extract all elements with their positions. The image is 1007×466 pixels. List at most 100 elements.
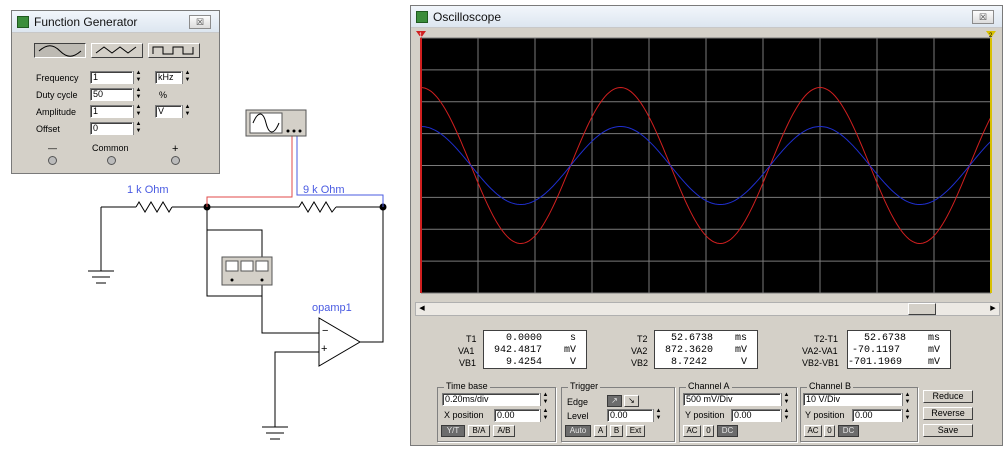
- channel-b-zero-button[interactable]: 0: [824, 425, 835, 437]
- trigger-title: Trigger: [568, 381, 601, 391]
- resistor-1k[interactable]: [135, 201, 173, 213]
- t1-label: T1: [466, 334, 477, 344]
- resistor-9k[interactable]: [298, 201, 337, 213]
- terminal-minus-label: —: [48, 143, 57, 153]
- t2-label: T2: [637, 334, 648, 344]
- vb2-label: VB2: [631, 358, 649, 368]
- channel-a-ac-button[interactable]: AC: [683, 425, 701, 437]
- timebase-spinner[interactable]: ▲ ▼: [540, 392, 550, 406]
- trigger-ext-button[interactable]: Ext: [626, 425, 645, 437]
- va2-label: VA2: [631, 346, 648, 356]
- va1-label: VA1: [458, 346, 475, 356]
- triangle-wave-icon: [95, 46, 137, 54]
- close-button[interactable]: ☒: [972, 10, 994, 24]
- multimeter-icon[interactable]: [221, 256, 273, 286]
- probe-wire-blue: [296, 136, 384, 207]
- frequency-input[interactable]: 1: [90, 71, 133, 84]
- resistor-9k-label: 9 k Ohm: [303, 184, 345, 196]
- ba-mode-button[interactable]: B/A: [468, 425, 490, 437]
- reverse-button[interactable]: Reverse: [923, 407, 973, 420]
- timebase-input[interactable]: 0.20ms/div: [442, 393, 540, 406]
- terminal-plus-label: +: [172, 143, 179, 155]
- function-generator-icon[interactable]: [245, 109, 307, 137]
- trigger-a-button[interactable]: A: [594, 425, 607, 437]
- duty-cycle-label: Duty cycle: [36, 90, 78, 100]
- horizontal-scrollbar[interactable]: ◀ ▶: [415, 302, 1000, 316]
- channel-a-scale-input[interactable]: 500 mV/Div: [683, 393, 781, 406]
- duty-cycle-spinner[interactable]: ▲ ▼: [133, 87, 143, 101]
- frequency-unit-spinner[interactable]: ▲ ▼: [182, 70, 192, 84]
- vb1-label: VB1: [459, 358, 477, 368]
- edge-falling-button[interactable]: ↘: [624, 395, 639, 407]
- channel-a-ypos-label: Y position: [685, 410, 725, 420]
- terminal-common-connector[interactable]: [107, 156, 116, 165]
- ground-symbol-bottom: [262, 351, 319, 440]
- window-title: Function Generator: [34, 15, 138, 29]
- reduce-button[interactable]: Reduce: [923, 390, 973, 403]
- opamp-label: opamp1: [312, 302, 352, 314]
- scroll-left-arrow[interactable]: ◀: [416, 303, 428, 315]
- amplitude-label: Amplitude: [36, 107, 77, 117]
- sine-wave-icon: [38, 45, 82, 57]
- channel-a-ypos-input[interactable]: 0.00: [731, 409, 781, 422]
- square-wave-icon: [152, 46, 194, 55]
- scope-screen[interactable]: 12: [412, 29, 1001, 301]
- function-generator-window: Function Generator ☒ Frequency 1 ▲ ▼ kHz …: [11, 10, 220, 174]
- terminal-plus-connector[interactable]: [171, 156, 180, 165]
- instrument-icon: [416, 11, 428, 23]
- level-label: Level: [567, 411, 589, 421]
- amplitude-unit-spinner[interactable]: ▲ ▼: [182, 104, 192, 118]
- oscilloscope-titlebar[interactable]: Oscilloscope ☒: [411, 6, 1002, 28]
- ab-mode-button[interactable]: A/B: [493, 425, 515, 437]
- offset-spinner[interactable]: ▲ ▼: [133, 121, 143, 135]
- duty-cycle-unit: %: [159, 90, 168, 100]
- frequency-spinner[interactable]: ▲ ▼: [133, 70, 143, 84]
- scroll-thumb[interactable]: [908, 303, 936, 315]
- channel-b-ypos-label: Y position: [805, 410, 845, 420]
- scroll-right-arrow[interactable]: ▶: [987, 303, 999, 315]
- channel-a-scale-spinner[interactable]: ▲ ▼: [781, 392, 791, 406]
- timebase-title: Time base: [444, 381, 490, 391]
- level-spinner[interactable]: ▲ ▼: [653, 408, 663, 422]
- edge-label: Edge: [567, 397, 589, 407]
- edge-rising-button[interactable]: ↗: [607, 395, 622, 407]
- waveform-square-button[interactable]: [148, 43, 200, 58]
- t2-t1-label: T2-T1: [814, 334, 839, 344]
- waveform-sine-button[interactable]: [34, 43, 86, 58]
- close-button[interactable]: ☒: [189, 15, 211, 29]
- amplitude-unit-select[interactable]: V: [155, 105, 182, 118]
- readout-delta: 52.6738 ms -70.1197 mV -701.1969 mV: [847, 330, 951, 369]
- function-generator-titlebar[interactable]: Function Generator ☒: [12, 11, 219, 33]
- trigger-auto-button[interactable]: Auto: [565, 425, 591, 437]
- channel-b-scale-spinner[interactable]: ▲ ▼: [902, 392, 912, 406]
- trigger-b-button[interactable]: B: [610, 425, 623, 437]
- readout-cursor1: 0.0000 s 942.4817 mV 9.4254 V: [483, 330, 587, 369]
- resistor-1k-label: 1 k Ohm: [127, 184, 169, 196]
- channel-a-ypos-spinner[interactable]: ▲ ▼: [781, 408, 791, 422]
- xposition-input[interactable]: 0.00: [494, 409, 540, 422]
- xposition-label: X position: [444, 410, 484, 420]
- duty-cycle-input[interactable]: 50: [90, 88, 133, 101]
- channel-b-scale-input[interactable]: 10 V/Div: [803, 393, 902, 406]
- terminal-minus-connector[interactable]: [48, 156, 57, 165]
- channel-b-ac-button[interactable]: AC: [804, 425, 822, 437]
- xposition-spinner[interactable]: ▲ ▼: [540, 408, 550, 422]
- channel-b-dc-button[interactable]: DC: [838, 425, 859, 437]
- channel-b-ypos-input[interactable]: 0.00: [852, 409, 902, 422]
- instrument-icon: [17, 16, 29, 28]
- offset-input[interactable]: 0: [90, 122, 133, 135]
- channel-a-dc-button[interactable]: DC: [717, 425, 738, 437]
- amplitude-input[interactable]: 1: [90, 105, 133, 118]
- amplitude-spinner[interactable]: ▲ ▼: [133, 104, 143, 118]
- yt-mode-button[interactable]: Y/T: [441, 425, 465, 437]
- level-input[interactable]: 0.00: [607, 409, 653, 422]
- frequency-unit-select[interactable]: kHz: [155, 71, 182, 84]
- channel-a-zero-button[interactable]: 0: [703, 425, 714, 437]
- waveform-triangle-button[interactable]: [91, 43, 143, 58]
- save-button[interactable]: Save: [923, 424, 973, 437]
- opamp-inverting-sign: −: [322, 325, 329, 337]
- channel-b-ypos-spinner[interactable]: ▲ ▼: [902, 408, 912, 422]
- vb2-vb1-label: VB2-VB1: [802, 358, 840, 368]
- channel-b-title: Channel B: [807, 381, 854, 391]
- oscilloscope-window: Oscilloscope ☒ 12 ◀ ▶ T1 VA1 VB1 0.0000 …: [410, 5, 1003, 446]
